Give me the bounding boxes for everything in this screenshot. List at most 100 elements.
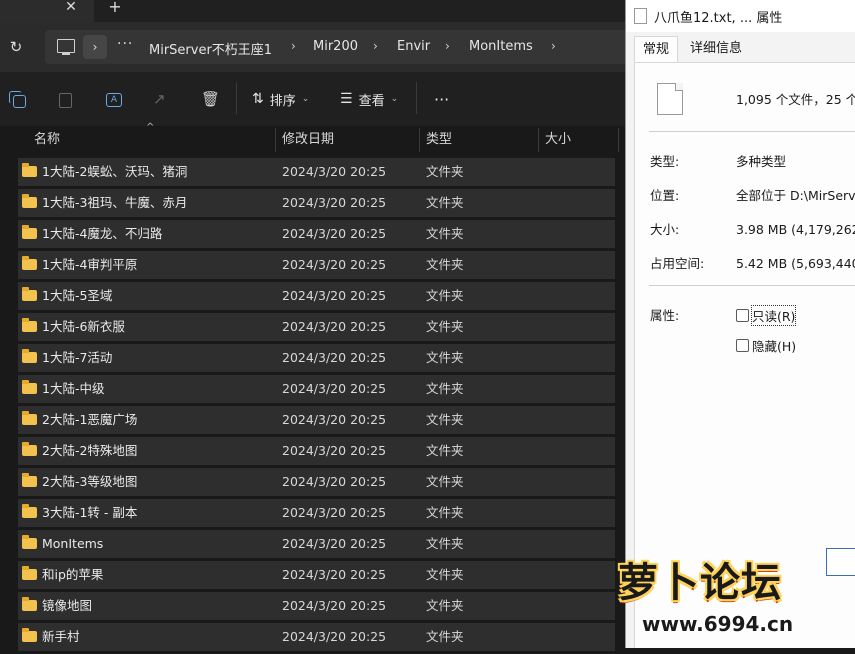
folder-icon [22, 318, 37, 332]
column-size[interactable]: 大小 [545, 126, 571, 154]
file-row[interactable]: 1大陆-2蜈蚣、沃玛、猪洞 2024/3/20 20:25 文件夹 [18, 158, 615, 186]
new-tab-icon[interactable]: + [106, 0, 124, 18]
hidden-checkbox[interactable] [736, 339, 749, 352]
explorer-tab[interactable]: ✕ [0, 0, 94, 22]
size-on-disk-label: 占用空间: [650, 256, 705, 271]
dialog-title: 八爪鱼12.txt, ... 属性 [654, 11, 783, 26]
breadcrumb-separator-icon[interactable]: › [373, 39, 378, 53]
file-row[interactable]: 和ip的苹果 2024/3/20 20:25 文件夹 [18, 561, 615, 589]
file-date: 2024/3/20 20:25 [282, 567, 387, 582]
folder-icon [22, 442, 37, 456]
file-name: 2大陆-2特殊地图 [42, 443, 138, 458]
file-date: 2024/3/20 20:25 [282, 226, 387, 241]
copy-button[interactable] [8, 87, 26, 111]
hidden-label[interactable]: 隐藏(H) [752, 336, 796, 355]
folder-icon [22, 628, 37, 642]
column-divider[interactable] [419, 128, 420, 152]
file-type: 文件夹 [426, 567, 464, 582]
delete-button[interactable]: 🗑 [200, 87, 220, 111]
more-options-button[interactable]: ··· [434, 87, 449, 111]
file-row[interactable]: 镜像地图 2024/3/20 20:25 文件夹 [18, 592, 615, 620]
watermark-url: www.6994.cn [642, 612, 794, 636]
size-on-disk-value: 5.42 MB (5,693,440 字 [736, 256, 855, 271]
refresh-icon[interactable]: ↻ [6, 37, 26, 57]
breadcrumb-item-mir200[interactable]: Mir200 [313, 39, 358, 54]
file-type: 文件夹 [426, 598, 464, 613]
file-row[interactable]: 2大陆-3等级地图 2024/3/20 20:25 文件夹 [18, 468, 615, 496]
breadcrumb-item-mirserver[interactable]: MirServer不朽王座1 [149, 39, 272, 58]
file-row[interactable]: MonItems 2024/3/20 20:25 文件夹 [18, 530, 615, 558]
file-date: 2024/3/20 20:25 [282, 536, 387, 551]
computer-icon[interactable] [57, 39, 75, 55]
breadcrumb[interactable]: › ··· MirServer不朽王座1 › Mir200 › Envir › … [45, 30, 625, 64]
file-type: 文件夹 [426, 257, 464, 272]
paste-button[interactable] [56, 87, 74, 111]
breadcrumb-item-envir[interactable]: Envir [397, 39, 430, 54]
file-date: 2024/3/20 20:25 [282, 629, 387, 644]
file-row[interactable]: 1大陆-5圣域 2024/3/20 20:25 文件夹 [18, 282, 615, 310]
column-divider[interactable] [275, 128, 276, 152]
column-divider[interactable] [618, 128, 619, 152]
folder-icon [22, 566, 37, 580]
file-date: 2024/3/20 20:25 [282, 195, 387, 210]
address-bar: ↻ › ··· MirServer不朽王座1 › Mir200 › Envir … [0, 22, 625, 72]
column-header: ^ 名称 修改日期 类型 大小 [0, 122, 625, 154]
file-row[interactable]: 3大陆-1转 - 副本 2024/3/20 20:25 文件夹 [18, 499, 615, 527]
file-name: 1大陆-6新衣服 [42, 319, 125, 334]
file-row[interactable]: 2大陆-1恶魔广场 2024/3/20 20:25 文件夹 [18, 406, 615, 434]
tab-general[interactable]: 常规 [634, 36, 679, 63]
chevron-down-icon: ⌄ [390, 94, 399, 104]
readonly-checkbox[interactable] [736, 309, 749, 322]
folder-icon [22, 194, 37, 208]
share-button[interactable]: ↗ [152, 87, 170, 111]
breadcrumb-expand-button[interactable]: › [83, 35, 107, 59]
file-date: 2024/3/20 20:25 [282, 412, 387, 427]
dialog-tabs: 常规 详细信息 [626, 36, 855, 63]
column-type[interactable]: 类型 [426, 126, 452, 154]
watermark-logo: 萝卜论坛 www.6994.cn [600, 540, 855, 648]
breadcrumb-overflow-button[interactable]: ··· [117, 36, 133, 52]
view-label: 查看 [358, 93, 385, 109]
location-value: 全部位于 D:\MirServer [736, 188, 855, 203]
folder-icon [22, 504, 37, 518]
file-row[interactable]: 1大陆-3祖玛、牛魔、赤月 2024/3/20 20:25 文件夹 [18, 189, 615, 217]
file-row[interactable]: 2大陆-2特殊地图 2024/3/20 20:25 文件夹 [18, 437, 615, 465]
file-row[interactable]: 新手村 2024/3/20 20:25 文件夹 [18, 623, 615, 651]
folder-icon [22, 225, 37, 239]
tab-details[interactable]: 详细信息 [682, 36, 750, 62]
breadcrumb-separator-icon[interactable]: › [445, 39, 450, 53]
file-row[interactable]: 1大陆-7活动 2024/3/20 20:25 文件夹 [18, 344, 615, 372]
file-date: 2024/3/20 20:25 [282, 350, 387, 365]
file-type: 文件夹 [426, 288, 464, 303]
file-type: 文件夹 [426, 226, 464, 241]
file-name: 1大陆-7活动 [42, 350, 113, 365]
sort-button[interactable]: ⇅ 排序 ⌄ [252, 87, 309, 111]
file-row[interactable]: 1大陆-4魔龙、不归路 2024/3/20 20:25 文件夹 [18, 220, 615, 248]
file-row[interactable]: 1大陆-4审判平原 2024/3/20 20:25 文件夹 [18, 251, 615, 279]
column-name[interactable]: 名称 [34, 126, 60, 154]
view-button[interactable]: ☰ 查看 ⌄ [340, 87, 398, 111]
file-name: 和ip的苹果 [42, 567, 104, 582]
toolbar-divider [236, 82, 237, 114]
chevron-down-icon: ⌄ [301, 94, 310, 104]
file-name: 1大陆-4魔龙、不归路 [42, 226, 163, 241]
file-date: 2024/3/20 20:25 [282, 505, 387, 520]
rename-button[interactable]: A [104, 87, 122, 111]
view-icon: ☰ [340, 91, 353, 107]
breadcrumb-separator-icon[interactable]: › [291, 39, 296, 53]
sort-ascending-icon: ^ [146, 122, 155, 133]
close-tab-icon[interactable]: ✕ [62, 0, 80, 17]
readonly-label[interactable]: 只读(R) [750, 305, 797, 326]
copy-icon [9, 91, 26, 108]
file-row[interactable]: 1大陆-中级 2024/3/20 20:25 文件夹 [18, 375, 615, 403]
column-date[interactable]: 修改日期 [282, 126, 334, 154]
file-row[interactable]: 1大陆-6新衣服 2024/3/20 20:25 文件夹 [18, 313, 615, 341]
file-date: 2024/3/20 20:25 [282, 164, 387, 179]
file-date: 2024/3/20 20:25 [282, 598, 387, 613]
file-list: 1大陆-2蜈蚣、沃玛、猪洞 2024/3/20 20:25 文件夹 1大陆-3祖玛、牛… [18, 158, 615, 654]
file-date: 2024/3/20 20:25 [282, 257, 387, 272]
multiple-files-icon [657, 80, 688, 115]
breadcrumb-separator-icon[interactable]: › [551, 39, 556, 53]
column-divider[interactable] [538, 128, 539, 152]
breadcrumb-item-monitems[interactable]: MonItems [469, 39, 533, 54]
